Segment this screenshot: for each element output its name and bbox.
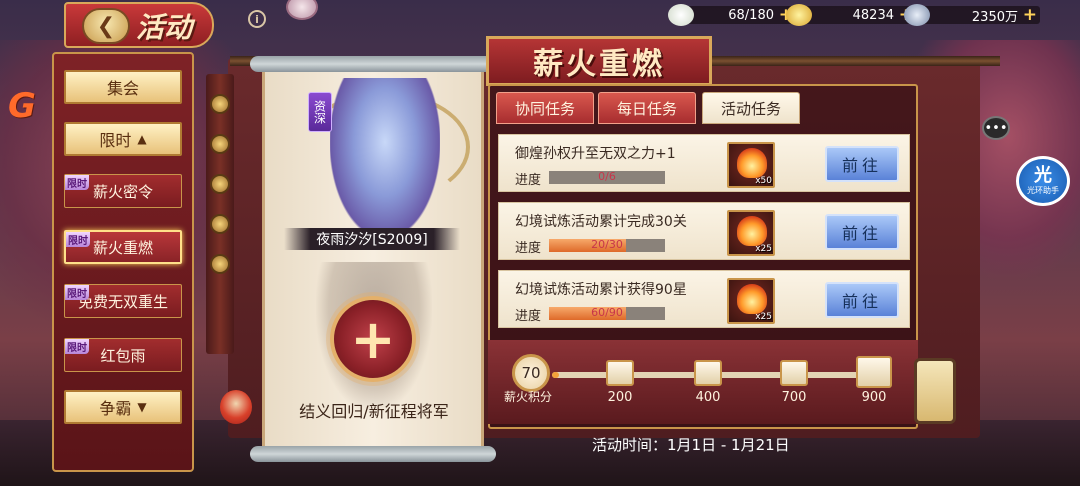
resource-coin: 2350万 + (904, 4, 1040, 26)
tab-daily-tasks[interactable]: 每日任务 (598, 92, 696, 124)
task-row: 幻境试炼活动累计完成30关 进度 20/30 x25 前往 (498, 202, 910, 260)
limited-tag: 限时 (66, 232, 90, 247)
task-title: 幻境试炼活动累计完成30关 (515, 214, 687, 230)
reward-chest-icon[interactable] (780, 360, 808, 386)
progress-bar: 20/30 (549, 238, 665, 252)
tab-event-tasks[interactable]: 活动任务 (702, 92, 800, 124)
tab-cooperative-tasks[interactable]: 协同任务 (496, 92, 594, 124)
chevron-down-icon: ▼ (137, 400, 147, 414)
hero-portrait[interactable] (280, 62, 470, 242)
go-button[interactable]: 前往 (825, 282, 899, 318)
chevron-up-icon: ▲ (137, 132, 147, 146)
back-button[interactable]: ❮ (82, 8, 130, 44)
menu-item-xinhuo-chongran[interactable]: 限时 薪火重燃 (64, 230, 182, 264)
progress-label: 进度 (515, 309, 542, 324)
points-value: 70 (512, 354, 550, 392)
grand-reward-chest-icon[interactable] (856, 356, 892, 388)
reward-count: x50 (755, 176, 772, 186)
menu-item-xinhuo-miling[interactable]: 限时 薪火密令 (64, 174, 182, 208)
lantern-icon (210, 254, 230, 274)
task-title: 御煌孙权升至无双之力+1 (515, 146, 676, 162)
info-icon[interactable]: i (248, 10, 266, 28)
gold-ingot-icon (786, 4, 812, 26)
daruma-doll-icon (220, 390, 252, 424)
lantern-column (206, 74, 234, 354)
milestone-label: 700 (781, 390, 807, 405)
points-progress-track (552, 372, 892, 378)
progress-bar: 60/90 (549, 306, 665, 320)
reward-chest-icon[interactable] (606, 360, 634, 386)
steamed-bun-icon (668, 4, 694, 26)
helper-assistant-button[interactable]: 光 光环助手 (1016, 156, 1070, 206)
stamina-value: 68/180 (728, 7, 774, 23)
go-button[interactable]: 前往 (825, 146, 899, 182)
menu-item-gathering[interactable]: 集会 (64, 70, 182, 104)
milestone-label: 200 (607, 390, 633, 405)
fire-bowl-icon (737, 216, 767, 246)
scroll-rod-bottom (250, 446, 496, 462)
menu-group-limited[interactable]: 限时 ▲ (64, 122, 182, 156)
menu-item-free-rebirth[interactable]: 限时 免费无双重生 (64, 284, 182, 318)
lantern-icon (210, 134, 230, 154)
arrow-left-icon: ❮ (96, 13, 116, 39)
coin-value: 2350万 (971, 9, 1018, 25)
reward-item[interactable]: x50 (727, 142, 775, 188)
progress-label: 进度 (515, 241, 542, 256)
points-label: 薪火积分 (504, 390, 553, 404)
lantern-icon (210, 174, 230, 194)
coin-icon (904, 4, 930, 26)
menu-group-contest[interactable]: 争霸 ▼ (64, 390, 182, 424)
milestone-label: 900 (861, 390, 887, 405)
event-time: 活动时间：1月1日 - 1月21日 (592, 436, 790, 454)
game-logo-icon: G (8, 86, 36, 126)
progress-text: 0/6 (598, 170, 616, 183)
event-title: 薪火重燃 (486, 36, 712, 86)
hero-figure (330, 78, 440, 238)
helper-logo: 光 (1034, 164, 1052, 186)
menu-item-red-envelope-rain[interactable]: 限时 红包雨 (64, 338, 182, 372)
resource-gold: 48234 + (786, 4, 916, 26)
fire-bowl-icon (737, 284, 767, 314)
limited-tag: 限时 (65, 339, 89, 354)
task-row: 御煌孙权升至无双之力+1 进度 0/6 x50 前往 (498, 134, 910, 192)
go-button[interactable]: 前往 (825, 214, 899, 250)
lamp-decoration-icon (914, 358, 956, 424)
reward-item[interactable]: x25 (727, 210, 775, 256)
progress-label: 进度 (515, 173, 542, 188)
progress-text: 60/90 (591, 306, 623, 319)
add-coin-button[interactable]: + (1023, 5, 1037, 25)
reward-chest-icon[interactable] (694, 360, 722, 386)
task-row: 幻境试炼活动累计获得90星 进度 60/90 x25 前往 (498, 270, 910, 328)
reward-item[interactable]: x25 (727, 278, 775, 324)
gold-value: 48234 (852, 7, 894, 23)
limited-tag: 限时 (65, 175, 89, 190)
chat-bubble-icon[interactable]: ••• (982, 116, 1010, 140)
limited-tag: 限时 (65, 285, 89, 300)
fire-bowl-icon (737, 148, 767, 178)
activity-menu: 集会 限时 ▲ 限时 薪火密令 限时 薪火重燃 限时 免费无双重生 限时 红包雨… (52, 52, 194, 472)
plus-icon: + (350, 307, 396, 371)
page-title: 活动 (136, 11, 193, 44)
add-general-button[interactable]: + (330, 296, 416, 382)
task-title: 幻境试炼活动累计获得90星 (515, 282, 687, 298)
progress-bar: 0/6 (549, 170, 665, 184)
scroll-caption: 结义回归/新征程将军 (299, 402, 449, 421)
lantern-icon (210, 94, 230, 114)
resource-stamina: 68/180 + (668, 4, 796, 26)
lantern-icon (210, 214, 230, 234)
reward-count: x25 (755, 244, 772, 254)
hero-rank-tag: 资深 (308, 92, 332, 132)
milestone-label: 400 (695, 390, 721, 405)
reward-count: x25 (755, 312, 772, 322)
progress-text: 20/30 (591, 238, 623, 251)
mascot-icon (286, 0, 318, 20)
helper-label: 光环助手 (1027, 185, 1059, 195)
hero-name: 夜雨汐汐[S2009] (284, 228, 460, 250)
